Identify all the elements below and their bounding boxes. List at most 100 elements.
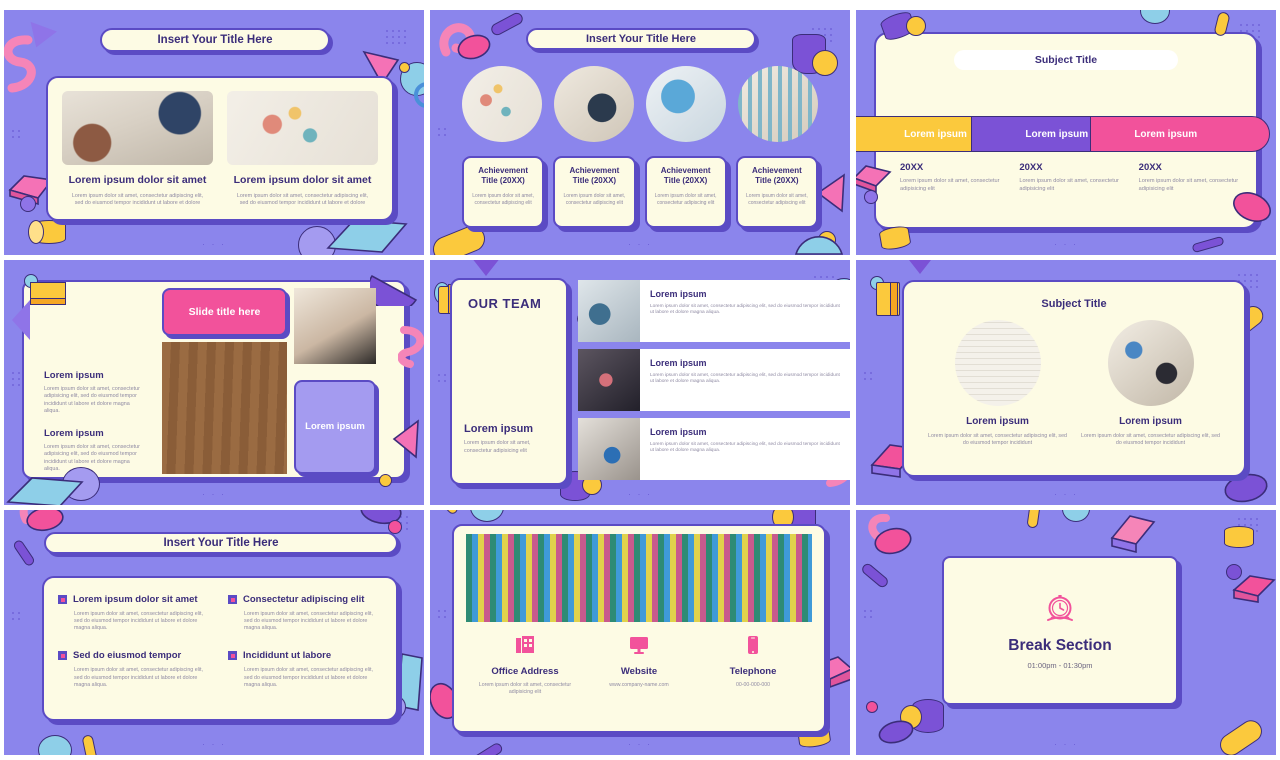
yellow-pill-shape [1215,716,1267,755]
dot-grid-decor-small [436,372,448,386]
card-body: Lorem ipsum dolor sit amet, consectetur … [236,193,369,207]
yellow-pill-shape [81,734,98,755]
item-heading: Lorem ipsum [966,416,1029,427]
yellow-pill-shape [1026,510,1041,529]
hero-photo [466,534,812,622]
dot-grid-decor [384,28,410,48]
purple-dot-shape [1226,564,1242,580]
achievement-body: Lorem ipsum dolor sit amet, consectetur … [746,193,808,206]
slide-four-bullets[interactable]: Insert Your Title Here Lorem ipsum dolor… [4,510,424,755]
alarm-clock-icon [1043,591,1077,630]
slide-title: Insert Your Title Here [526,28,756,50]
pink-slab-shape [1106,512,1158,556]
achievement-card[interactable]: Achievement Title (20XX) Lorem ipsum dol… [644,156,727,228]
purple-pill-shape [489,10,525,38]
bullet-item: Incididunt ut labore Lorem ipsum dolor s… [228,650,382,688]
page-indicator: · · · [1054,239,1078,249]
item-heading: Lorem ipsum [1119,416,1182,427]
achievement-body: Lorem ipsum dolor sit amet, consectetur … [472,193,534,206]
content-panel: Subject Title Lorem ipsum Lorem ipsum do… [902,280,1246,477]
slide-break-section[interactable]: Break Section 01:00pm - 01:30pm · · · [856,510,1276,755]
bullet-square-icon [228,651,237,661]
orange-block-shape [30,298,66,305]
office-building-icon [514,634,536,661]
ribbon-3[interactable]: Lorem ipsum [1089,116,1271,152]
team-member-card[interactable]: Lorem ipsum Lorem ipsum dolor sit amet, … [578,280,850,342]
bullet-body: Lorem ipsum dolor sit amet, consectetur … [74,667,203,688]
achievement-body: Lorem ipsum dolor sit amet, consectetur … [654,193,717,206]
purple-dot-shape [864,190,878,204]
team-intro-text: Lorem ipsum Lorem ipsum dolor sit amet, … [464,423,556,455]
slide-two-circles[interactable]: Subject Title Lorem ipsum Lorem ipsum do… [856,260,1276,505]
content-panel: Lorem ipsum dolor sit amet Lorem ipsum d… [46,76,394,221]
slide-title: Insert Your Title Here [44,532,398,554]
item-photo [954,320,1041,406]
yellow-dot-shape [818,231,836,249]
dot-grid-decor-small [862,608,874,622]
blue-circle-shape [1140,10,1170,24]
bullet-heading: Consectetur adipiscing elit [243,594,365,605]
circle-item: Lorem ipsum Lorem ipsum dolor sit amet, … [928,320,1067,447]
circle-photo-row [462,66,818,142]
slide-title-box: Slide title here [162,288,287,336]
contact-body: 00-00-000-000 [735,682,771,688]
text-body: Lorem ipsum dolor sit amet, consectetur … [44,444,140,472]
page-indicator: · · · [202,739,226,749]
member-photo [578,280,640,342]
slide-two-photo-cards[interactable]: Insert Your Title Here Lorem ipsum dolor… [4,10,424,255]
entry-year: 20XX [1138,162,1162,173]
item-body: Lorem ipsum dolor sit amet, consectetur … [1081,433,1220,447]
yellow-dot-shape [379,474,392,487]
purple-triangle-shape [464,260,508,276]
achievement-card[interactable]: Achievement Title (20XX) Lorem ipsum dol… [735,156,818,228]
bullet-body: Lorem ipsum dolor sit amet, consectetur … [244,611,373,632]
member-heading: Lorem ipsum [650,427,707,437]
contact-body: Lorem ipsum dolor sit amet, consectetur … [478,682,572,696]
break-card: Break Section 01:00pm - 01:30pm [942,556,1178,705]
purple-pill-shape [1191,235,1225,254]
purple-pill-shape [859,561,891,590]
side-note-label: Lorem ipsum [305,420,365,432]
side-note-box[interactable]: Lorem ipsum [294,380,376,474]
team-member-card[interactable]: Lorem ipsum Lorem ipsum dolor sit amet, … [578,349,850,411]
dot-grid-decor-small [436,608,448,622]
yellow-cylinder-shape [1224,526,1254,548]
achievement-heading: Achievement Title (20XX) [751,166,802,185]
member-body: Lorem ipsum dolor sit amet, consectetur … [650,442,840,454]
team-member-card[interactable]: Lorem ipsum Lorem ipsum dolor sit amet, … [578,418,850,480]
member-body: Lorem ipsum dolor sit amet, consectetur … [650,304,840,316]
timeline-entry: 20XX Lorem ipsum dolor sit amet, consect… [1139,162,1242,193]
desktop-monitor-icon [628,634,650,661]
achievement-card-row: Achievement Title (20XX) Lorem ipsum dol… [462,156,818,228]
card-heading: Lorem ipsum dolor sit amet [233,174,372,186]
yellow-cylinder-cap [28,220,44,244]
achievement-photo [738,66,818,142]
contact-heading: Telephone [729,666,777,677]
member-photo [578,418,640,480]
slide-title: Subject Title [1041,298,1107,310]
slide-title: OUR TEAM [468,296,542,311]
item-body: Lorem ipsum dolor sit amet, consectetur … [928,433,1067,447]
page-indicator: · · · [628,739,652,749]
text-heading: Lorem ipsum [44,428,104,439]
pink-pebble-shape [872,524,914,563]
slide-timeline-ribbons[interactable]: Subject Title Lorem ipsum Lorem ipsum Lo… [856,10,1276,255]
purple-pill-shape [467,741,505,755]
achievement-card[interactable]: Achievement Title (20XX) Lorem ipsum dol… [553,156,636,228]
slide-mosaic[interactable]: Slide title here Lorem ipsum Lorem ipsum… [4,260,424,505]
slide-contact[interactable]: Office Address Lorem ipsum dolor sit ame… [430,510,850,755]
bullet-item: Lorem ipsum dolor sit amet Lorem ipsum d… [58,594,212,632]
mosaic-text-block: Lorem ipsum Lorem ipsum dolor sit amet, … [44,370,146,415]
achievement-card[interactable]: Achievement Title (20XX) Lorem ipsum dol… [462,156,545,228]
dot-grid-decor-small [862,370,874,384]
slide-achievements[interactable]: Insert Your Title Here Achievement Title… [430,10,850,255]
dot-grid-decor-small [10,128,22,142]
pink-hook-shape [436,18,480,62]
card-body: Lorem ipsum dolor sit amet, consectetur … [71,193,204,207]
pink-dot-shape [866,701,878,713]
content-panel: Office Address Lorem ipsum dolor sit ame… [452,524,826,733]
mosaic-text-block: Lorem ipsum Lorem ipsum dolor sit amet, … [44,428,146,473]
slide-our-team[interactable]: OUR TEAM Lorem ipsum Lorem ipsum dolor s… [430,260,850,505]
purple-triangle-shape [23,21,57,53]
purple-triangle-shape [898,260,942,274]
